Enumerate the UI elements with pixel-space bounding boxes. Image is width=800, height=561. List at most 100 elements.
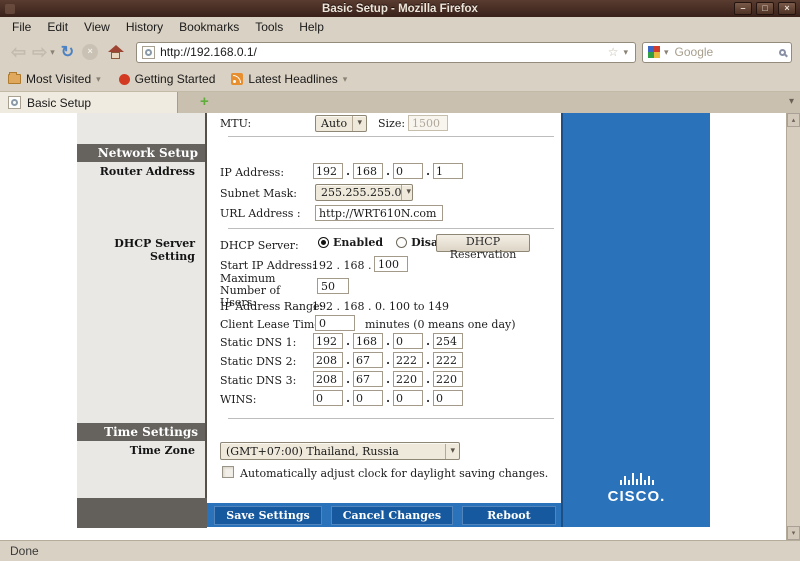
url-bar[interactable]: http://192.168.0.1/ ☆ ▾ [136,42,636,63]
lease-time-label: Client Lease Time: [220,318,325,331]
bookmark-star-icon[interactable]: ☆ [608,45,619,59]
setup-form: MTU: Auto ▾ Size: IP Address: . . . Subn… [207,113,563,503]
bookmark-getting-started[interactable]: Getting Started [119,72,216,86]
ip-octet-input[interactable] [433,163,463,179]
bookmark-most-visited[interactable]: Most Visited ▾ [8,72,103,86]
home-icon[interactable] [108,45,124,60]
scroll-down-icon[interactable]: ▾ [787,526,800,540]
brand-panel: CISCO. [561,113,710,527]
dns-octet-input[interactable] [313,371,343,387]
history-dropdown-icon[interactable]: ▾ [50,47,55,58]
cancel-changes-button[interactable]: Cancel Changes [331,506,453,525]
mtu-size-input [408,115,448,131]
ip-range-label: IP Address Range: [220,300,323,313]
wins-octet-input[interactable] [353,390,383,406]
dot: . [385,373,391,386]
save-settings-button[interactable]: Save Settings [214,506,321,525]
separator [228,418,554,419]
dns2-inputs: . . . [313,352,463,368]
dns1-inputs: . . . [313,333,463,349]
dot: . [345,165,351,178]
wins-octet-input[interactable] [313,390,343,406]
dns-octet-input[interactable] [313,333,343,349]
menu-bar: File Edit View History Bookmarks Tools H… [0,17,800,37]
cisco-wordmark: CISCO. [563,488,710,505]
dns3-label: Static DNS 3: [220,374,296,387]
ip-octet-input[interactable] [313,163,343,179]
bookmark-latest-headlines[interactable]: Latest Headlines ▾ [231,72,349,86]
bookmark-label: Latest Headlines [248,72,337,86]
dot: . [425,354,431,367]
dot: . [345,354,351,367]
dns-octet-input[interactable] [433,352,463,368]
max-users-input[interactable] [317,278,349,294]
close-button[interactable]: × [778,2,796,15]
tab-basic-setup[interactable]: Basic Setup [0,92,178,113]
dot: . [345,335,351,348]
stop-icon[interactable]: × [82,44,98,60]
subnet-mask-select[interactable]: 255.255.255.0 ▾ [315,184,413,201]
new-tab-button[interactable]: + [200,93,209,110]
dns-octet-input[interactable] [353,333,383,349]
ip-octet-input[interactable] [353,163,383,179]
ip-octet-input[interactable] [393,163,423,179]
back-icon[interactable]: ⇦ [11,43,26,61]
cisco-bars-icon [563,472,710,485]
label-router-address: Router Address [77,165,195,178]
reboot-button[interactable]: Reboot [462,506,556,525]
menu-file[interactable]: File [4,18,39,36]
start-ip-input[interactable] [374,256,408,272]
dst-checkbox[interactable] [222,466,234,478]
dhcp-enabled-radio[interactable] [318,237,329,248]
search-input[interactable]: Google [675,45,775,59]
dns-octet-input[interactable] [353,371,383,387]
wins-octet-input[interactable] [393,390,423,406]
url-dropdown-icon[interactable]: ▾ [623,47,628,58]
maximize-button[interactable]: □ [756,2,774,15]
ip-range-value: 192 . 168 . 0. 100 to 149 [312,300,449,313]
menu-tools[interactable]: Tools [247,18,291,36]
menu-view[interactable]: View [76,18,118,36]
menu-edit[interactable]: Edit [39,18,76,36]
lease-time-input[interactable] [315,315,355,331]
dot: . [425,335,431,348]
menu-history[interactable]: History [118,18,171,36]
list-tabs-icon[interactable]: ▾ [789,96,794,107]
dns-octet-input[interactable] [313,352,343,368]
menu-help[interactable]: Help [291,18,332,36]
dns-octet-input[interactable] [353,352,383,368]
dns-octet-input[interactable] [393,352,423,368]
scroll-up-icon[interactable]: ▴ [787,113,800,127]
minimize-button[interactable]: – [734,2,752,15]
dns-octet-input[interactable] [393,371,423,387]
dns2-label: Static DNS 2: [220,355,296,368]
mtu-select[interactable]: Auto ▾ [315,115,367,132]
refresh-icon[interactable]: ↻ [61,42,74,62]
dot: . [385,165,391,178]
time-zone-select[interactable]: (GMT+07:00) Thailand, Russia ▾ [220,442,460,460]
chevron-down-icon: ▾ [445,444,459,459]
window-title: Basic Setup - Mozilla Firefox [0,3,800,15]
url-address-input[interactable] [315,205,443,221]
start-ip-label: Start IP Address: [220,259,316,272]
chevron-down-icon: ▾ [352,116,366,131]
forward-icon[interactable]: ⇨ [32,43,47,61]
dot: . [425,165,431,178]
dns-octet-input[interactable] [433,371,463,387]
url-input[interactable]: http://192.168.0.1/ [160,45,603,59]
dns-octet-input[interactable] [433,333,463,349]
dhcp-reservation-button[interactable]: DHCP Reservation [436,234,530,252]
dns-octet-input[interactable] [393,333,423,349]
search-bar[interactable]: ▾ Google [642,42,792,63]
dst-label: Automatically adjust clock for daylight … [240,467,548,480]
search-icon[interactable] [779,49,786,56]
vertical-scrollbar[interactable]: ▴ ▾ [786,113,800,540]
dot: . [425,392,431,405]
search-engine-dropdown-icon[interactable]: ▾ [664,47,669,58]
site-favicon [142,46,155,59]
mtu-label: MTU: [220,117,251,130]
wins-octet-input[interactable] [433,390,463,406]
dot: . [425,373,431,386]
dhcp-disabled-radio[interactable] [396,237,407,248]
menu-bookmarks[interactable]: Bookmarks [171,18,247,36]
